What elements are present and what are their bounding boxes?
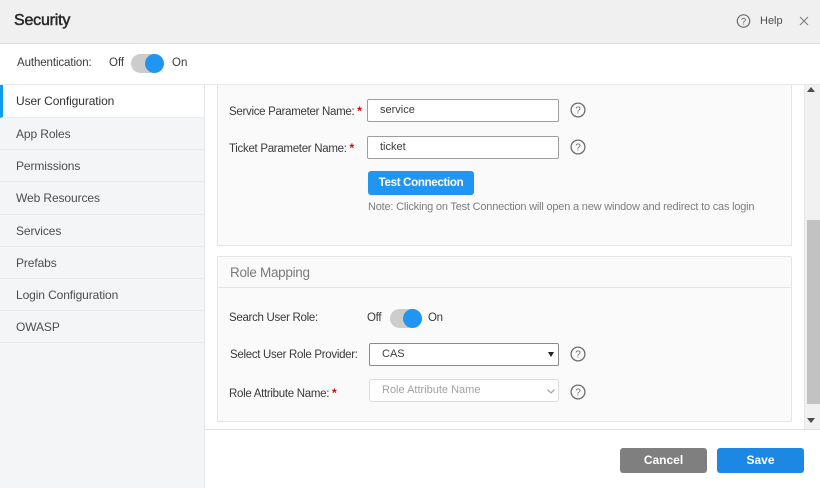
svg-text:?: ? [575,350,581,361]
svg-text:?: ? [575,388,581,399]
svg-text:?: ? [575,106,581,117]
svg-text:?: ? [741,16,746,27]
svg-text:?: ? [575,143,581,154]
